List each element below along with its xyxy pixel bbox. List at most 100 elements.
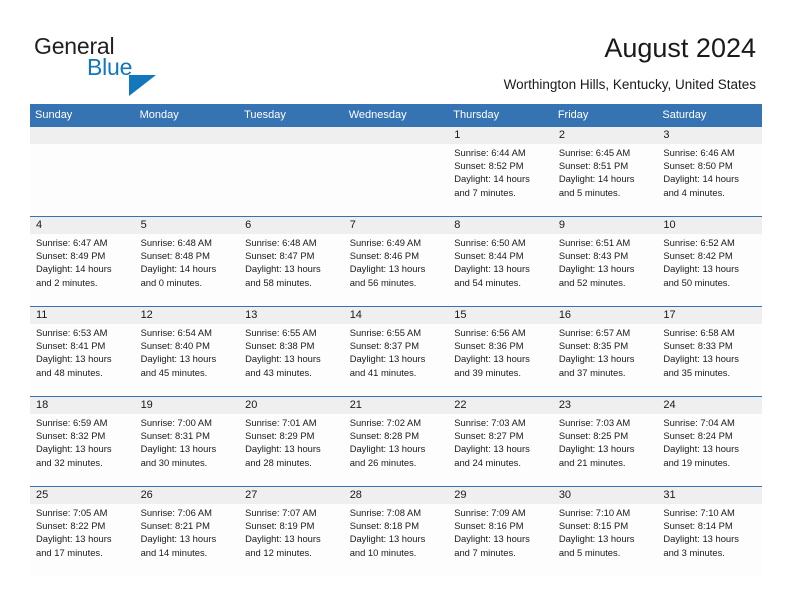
day-number[interactable]: 15 — [448, 307, 553, 324]
day-number[interactable]: 25 — [30, 487, 135, 504]
day-of-week-header: Sunday Monday Tuesday Wednesday Thursday… — [30, 104, 762, 126]
sunset-text: Sunset: 8:41 PM — [36, 340, 106, 352]
day-number[interactable]: 5 — [135, 217, 240, 234]
daylight-text-line1: Daylight: 13 hours — [349, 263, 426, 275]
daylight-text-line2: and 54 minutes. — [454, 276, 521, 288]
calendar-week-row: 4 5 6 7 8 9 10 Sunrise: 6:47 AM Sunset: … — [30, 216, 762, 306]
day-number[interactable]: 12 — [135, 307, 240, 324]
sunset-text: Sunset: 8:35 PM — [558, 340, 629, 352]
day-cell: Sunrise: 7:10 AM Sunset: 8:15 PM Dayligh… — [553, 504, 658, 576]
sunset-text: Sunset: 8:48 PM — [140, 250, 210, 262]
day-number[interactable]: 31 — [657, 487, 762, 504]
page-header: General Blue August 2024 Worthington Hil… — [0, 0, 792, 100]
day-number-band: 18 19 20 21 22 23 24 — [30, 397, 762, 414]
daylight-text-line2: and 43 minutes. — [245, 366, 312, 378]
daylight-text-line1: Daylight: 13 hours — [558, 443, 635, 455]
sunset-text: Sunset: 8:16 PM — [454, 520, 524, 532]
day-detail-band: Sunrise: 6:47 AM Sunset: 8:49 PM Dayligh… — [30, 234, 762, 306]
daylight-text-line1: Daylight: 13 hours — [245, 443, 321, 455]
day-number[interactable]: 29 — [448, 487, 553, 504]
day-number[interactable]: 21 — [344, 397, 449, 414]
sunset-text: Sunset: 8:37 PM — [349, 340, 419, 352]
daylight-text-line1: Daylight: 13 hours — [663, 443, 739, 455]
day-number[interactable]: 7 — [344, 217, 449, 234]
day-number[interactable]: 3 — [657, 127, 762, 144]
sunset-text: Sunset: 8:38 PM — [245, 340, 315, 352]
day-number-band: 4 5 6 7 8 9 10 — [30, 217, 762, 234]
sunset-text: Sunset: 8:44 PM — [454, 250, 524, 262]
sunrise-text: Sunrise: 7:00 AM — [140, 417, 212, 428]
dow-friday: Friday — [557, 109, 589, 121]
daylight-text-line1: Daylight: 13 hours — [140, 353, 217, 365]
daylight-text-line2: and 10 minutes. — [349, 546, 417, 558]
page-location: Worthington Hills, Kentucky, United Stat… — [503, 77, 756, 92]
day-number[interactable] — [135, 127, 240, 144]
daylight-text-line2: and 12 minutes. — [245, 546, 312, 558]
daylight-text-line1: Daylight: 13 hours — [245, 263, 321, 275]
daylight-text-line2: and 45 minutes. — [140, 366, 208, 378]
daylight-text-line1: Daylight: 13 hours — [36, 353, 112, 365]
sunset-text: Sunset: 8:14 PM — [663, 520, 733, 532]
day-number[interactable]: 28 — [344, 487, 449, 504]
calendar-page: General Blue August 2024 Worthington Hil… — [0, 0, 792, 612]
daylight-text-line1: Daylight: 13 hours — [454, 443, 530, 455]
sunset-text: Sunset: 8:31 PM — [140, 430, 210, 442]
daylight-text-line2: and 24 minutes. — [454, 456, 521, 468]
sunset-text: Sunset: 8:19 PM — [245, 520, 315, 532]
sunset-text: Sunset: 8:28 PM — [349, 430, 419, 442]
day-number[interactable]: 4 — [30, 217, 135, 234]
day-number[interactable]: 16 — [553, 307, 658, 324]
day-number[interactable]: 22 — [448, 397, 553, 414]
calendar-week-row: 25 26 27 28 29 30 31 Sunrise: 7:05 AM Su… — [30, 486, 762, 576]
day-number[interactable]: 9 — [553, 217, 658, 234]
day-number[interactable]: 17 — [657, 307, 762, 324]
day-cell: Sunrise: 6:52 AM Sunset: 8:42 PM Dayligh… — [657, 234, 762, 306]
day-number[interactable]: 11 — [30, 307, 135, 324]
day-number-band: 1 2 3 — [30, 127, 762, 144]
day-number[interactable] — [30, 127, 135, 144]
daylight-text-line2: and 2 minutes. — [36, 276, 98, 288]
day-number[interactable] — [344, 127, 449, 144]
day-number[interactable]: 30 — [553, 487, 658, 504]
daylight-text-line2: and 58 minutes. — [245, 276, 312, 288]
dow-thursday: Thursday — [453, 109, 500, 121]
day-number[interactable]: 14 — [344, 307, 449, 324]
day-number[interactable]: 26 — [135, 487, 240, 504]
dow-monday: Monday — [139, 109, 179, 121]
sunrise-text: Sunrise: 6:47 AM — [36, 237, 108, 248]
day-number[interactable]: 23 — [553, 397, 658, 414]
daylight-text-line1: Daylight: 13 hours — [349, 353, 426, 365]
day-number[interactable]: 18 — [30, 397, 135, 414]
sunset-text: Sunset: 8:18 PM — [349, 520, 419, 532]
sunrise-text: Sunrise: 6:45 AM — [558, 147, 631, 158]
daylight-text-line2: and 7 minutes. — [454, 186, 516, 198]
dow-wednesday: Wednesday — [348, 109, 407, 121]
sunrise-text: Sunrise: 6:58 AM — [663, 327, 735, 338]
sunrise-text: Sunrise: 6:50 AM — [454, 237, 526, 248]
day-number[interactable]: 24 — [657, 397, 762, 414]
day-detail-band: Sunrise: 6:53 AM Sunset: 8:41 PM Dayligh… — [30, 324, 762, 396]
daylight-text-line2: and 5 minutes. — [558, 546, 621, 558]
daylight-text-line1: Daylight: 13 hours — [663, 533, 739, 545]
day-cell: Sunrise: 7:03 AM Sunset: 8:27 PM Dayligh… — [448, 414, 553, 486]
day-number[interactable]: 20 — [239, 397, 344, 414]
day-number[interactable]: 27 — [239, 487, 344, 504]
day-cell: Sunrise: 6:44 AM Sunset: 8:52 PM Dayligh… — [448, 144, 553, 216]
dow-saturday: Saturday — [662, 109, 707, 121]
sunset-text: Sunset: 8:29 PM — [245, 430, 315, 442]
day-number[interactable]: 2 — [553, 127, 658, 144]
page-title: August 2024 — [604, 33, 756, 63]
day-number[interactable] — [239, 127, 344, 144]
sunrise-text: Sunrise: 6:53 AM — [36, 327, 108, 338]
day-number[interactable]: 8 — [448, 217, 553, 234]
day-number[interactable]: 6 — [239, 217, 344, 234]
day-number[interactable]: 13 — [239, 307, 344, 324]
day-cell: Sunrise: 6:46 AM Sunset: 8:50 PM Dayligh… — [657, 144, 762, 216]
day-number[interactable]: 1 — [448, 127, 553, 144]
day-number[interactable]: 19 — [135, 397, 240, 414]
triangle-icon — [129, 75, 156, 96]
day-number[interactable]: 10 — [657, 217, 762, 234]
sunrise-text: Sunrise: 7:03 AM — [558, 417, 631, 428]
daylight-text-line2: and 14 minutes. — [140, 546, 208, 558]
sunrise-text: Sunrise: 6:55 AM — [245, 327, 317, 338]
